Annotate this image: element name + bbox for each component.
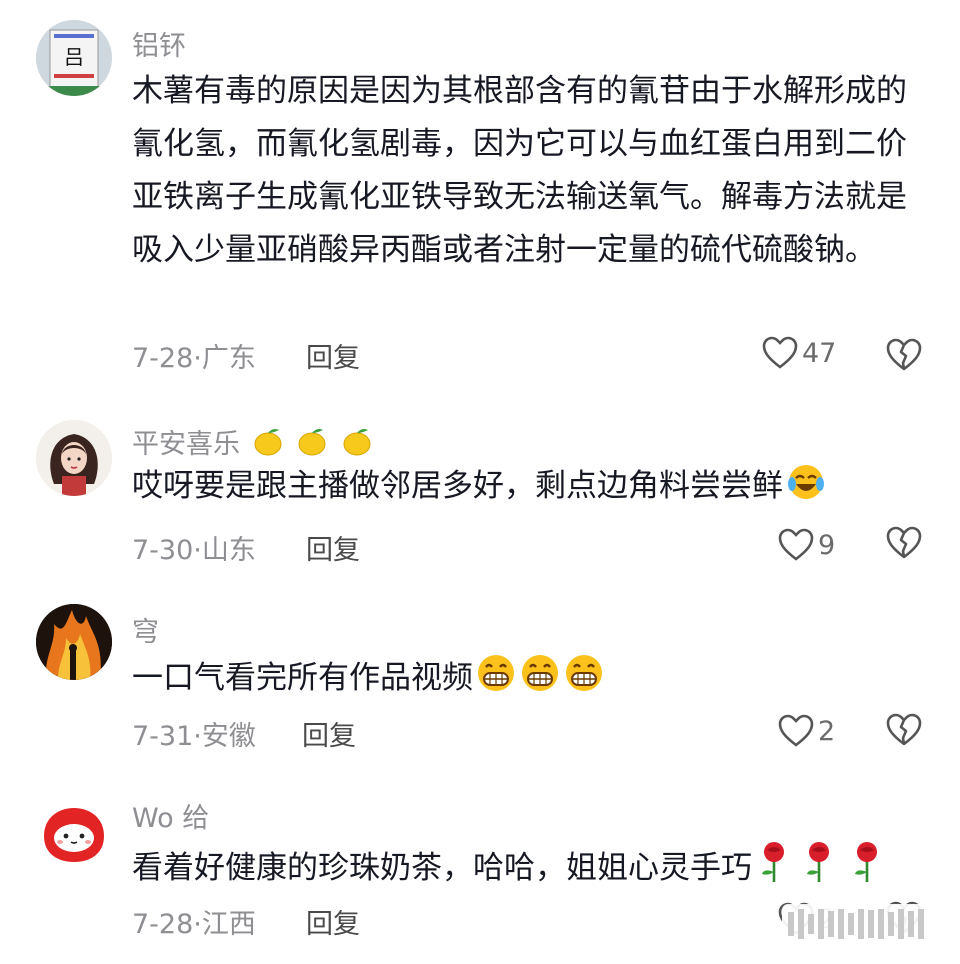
comment-meta: 7-30·山东 xyxy=(132,535,256,566)
rose-emoji xyxy=(762,842,784,882)
like-count: 9 xyxy=(818,529,836,561)
watermark-barcode xyxy=(782,904,942,944)
comment-text: 哎呀要是跟主播做邻居多好，剩点边角料尝尝鲜 xyxy=(132,460,912,513)
lemon-emoji xyxy=(343,429,371,456)
grin-emoji xyxy=(566,655,602,691)
crying-laugh-emoji xyxy=(788,465,824,499)
reply-button[interactable]: 回复 xyxy=(302,714,356,753)
lemon-emoji xyxy=(298,429,326,456)
grin-emoji xyxy=(522,655,558,691)
like-button[interactable]: 47 xyxy=(762,336,836,370)
like-count: 2 xyxy=(818,715,836,747)
username[interactable]: 平安喜乐 xyxy=(132,422,374,461)
rose-emoji xyxy=(807,842,829,882)
comment-meta: 7-28·广东 xyxy=(132,343,256,374)
fire-avatar-icon xyxy=(36,604,112,680)
reply-button[interactable]: 回复 xyxy=(306,528,360,567)
lemon-emoji xyxy=(254,429,282,456)
username[interactable]: 穹 xyxy=(132,610,159,649)
avatar[interactable] xyxy=(36,420,112,496)
red-cartoon-avatar-icon xyxy=(36,796,112,872)
broken-heart-icon[interactable] xyxy=(886,337,922,373)
avatar[interactable] xyxy=(36,604,112,680)
heart-icon xyxy=(762,336,798,369)
heart-icon xyxy=(778,714,814,747)
girl-avatar-icon xyxy=(36,420,112,496)
comment-item: 穹 一口气看完所有作品视频 7-31·安徽 回复 2 xyxy=(0,580,960,768)
reply-button[interactable]: 回复 xyxy=(306,902,360,941)
comment-text: 木薯有毒的原因是因为其根部含有的氰苷由于水解形成的氰化氢，而氰化氢剧毒，因为它可… xyxy=(132,73,907,268)
comment-text: 看着好健康的珍珠奶茶，哈哈，姐姐心灵手巧 xyxy=(132,838,912,895)
svg-text:吕: 吕 xyxy=(64,45,84,69)
comment-meta: 7-28·江西 xyxy=(132,909,256,940)
grin-emoji xyxy=(478,655,514,691)
broken-heart-icon[interactable] xyxy=(886,525,922,561)
username[interactable]: Wo 给 xyxy=(132,796,209,835)
reply-button[interactable]: 回复 xyxy=(306,336,360,375)
comment-text: 一口气看完所有作品视频 xyxy=(132,652,912,705)
rose-emoji xyxy=(855,842,877,882)
comment-item: 平安喜乐 哎呀要是跟主播做邻居多好，剩点边角料尝尝鲜 7-30·山东 回复 9 xyxy=(0,392,960,580)
heart-icon xyxy=(778,528,814,561)
like-count: 47 xyxy=(802,337,837,369)
username[interactable]: 铝钚 xyxy=(132,24,186,63)
like-button[interactable]: 2 xyxy=(778,714,835,748)
avatar[interactable] xyxy=(36,796,112,872)
comment-item: 吕 铝钚 木薯有毒的原因是因为其根部含有的氰苷由于水解形成的氰化氢，而氰化氢剧毒… xyxy=(0,0,960,392)
like-button[interactable]: 9 xyxy=(778,528,835,562)
sign-avatar-icon: 吕 xyxy=(36,20,112,96)
comment-meta: 7-31·安徽 xyxy=(132,721,256,752)
broken-heart-icon[interactable] xyxy=(886,712,922,748)
avatar[interactable]: 吕 xyxy=(36,20,112,96)
